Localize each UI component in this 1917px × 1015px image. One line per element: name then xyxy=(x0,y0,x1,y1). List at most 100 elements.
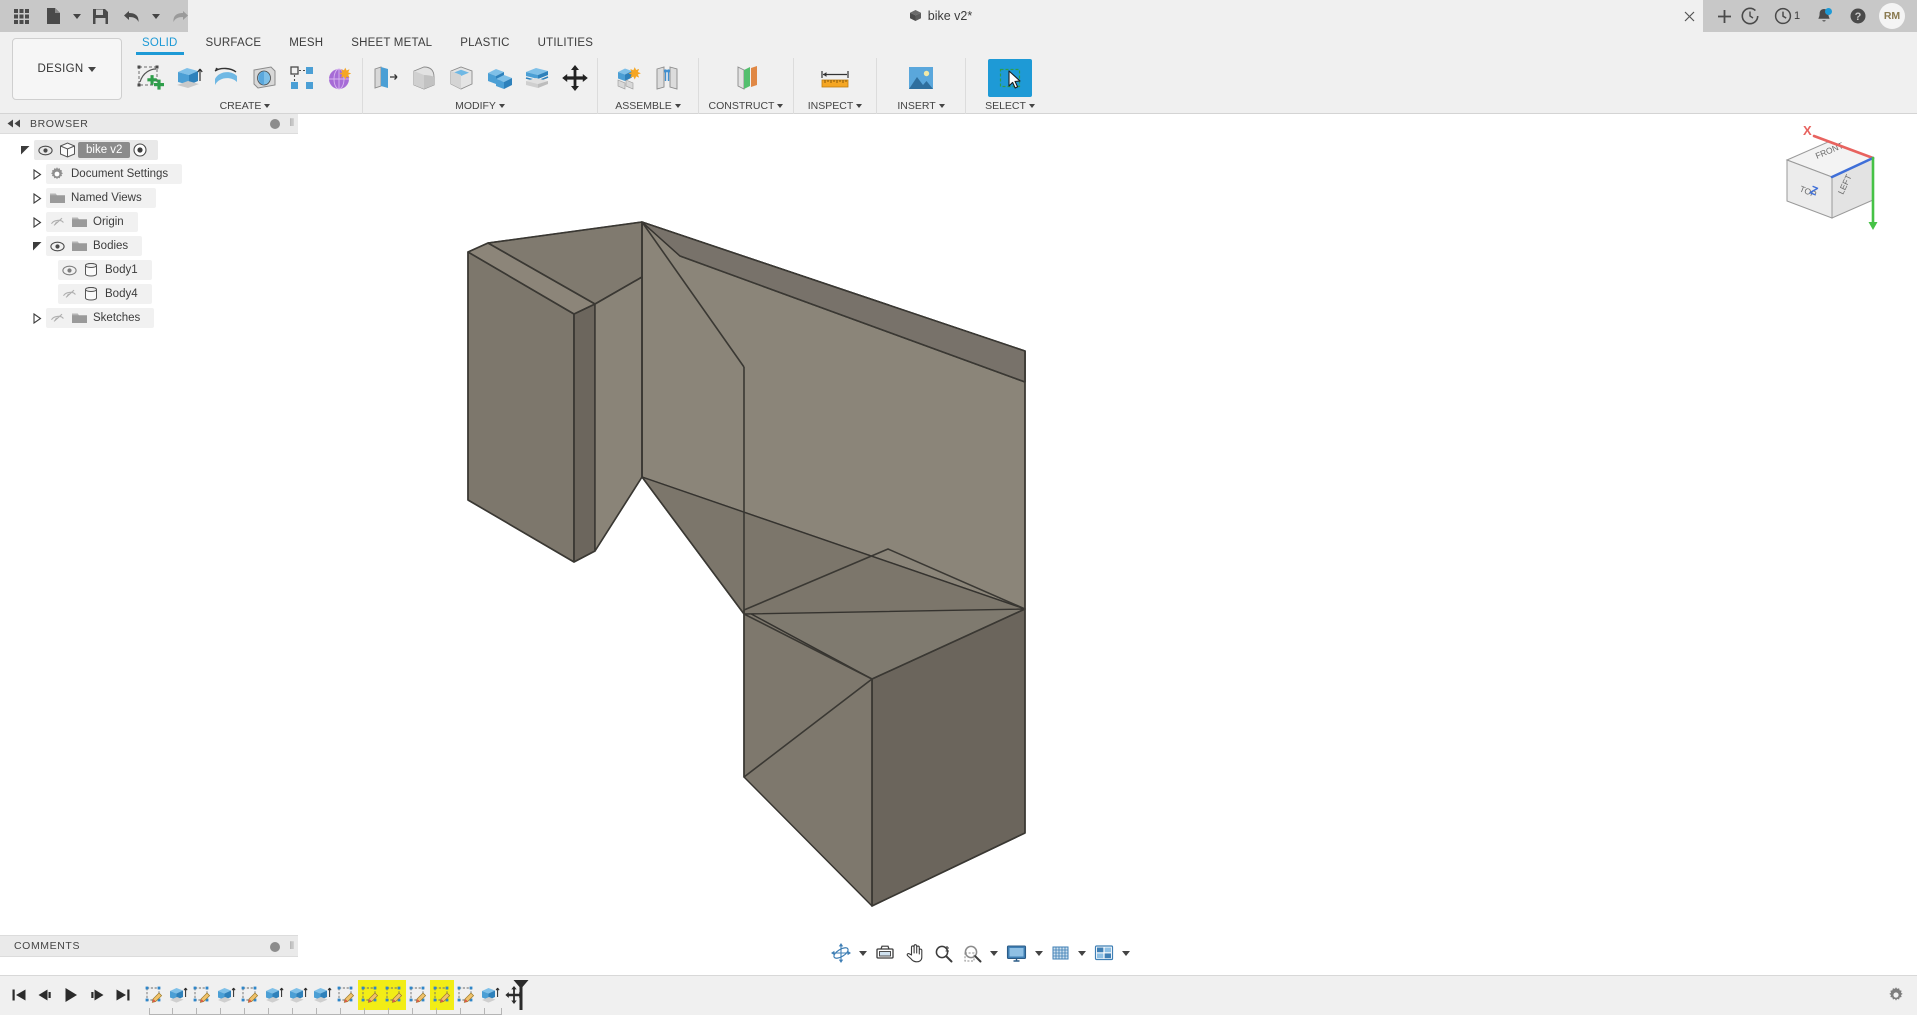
timeline-feature-sketch-selected[interactable] xyxy=(382,980,406,1010)
twisty-expanded-icon[interactable] xyxy=(28,234,46,258)
model-3d-solid[interactable] xyxy=(298,114,1917,950)
tree-item-origin[interactable]: Origin xyxy=(0,210,298,234)
ribbon-group-assemble-label[interactable]: ASSEMBLE xyxy=(598,98,698,114)
twisty-collapsed-icon[interactable] xyxy=(28,306,46,330)
viewports-icon[interactable] xyxy=(1089,939,1119,967)
zoom-window-icon[interactable] xyxy=(958,939,987,967)
display-settings-dropdown-icon[interactable] xyxy=(1032,939,1046,967)
step-forward-icon[interactable] xyxy=(84,980,110,1010)
timeline-feature-sketch-selected[interactable] xyxy=(358,980,382,1010)
create-sketch-icon[interactable] xyxy=(131,59,169,97)
viewports-dropdown-icon[interactable] xyxy=(1119,939,1133,967)
go-to-end-icon[interactable] xyxy=(110,980,136,1010)
workspace-switcher-button[interactable]: DESIGN xyxy=(12,38,122,100)
comments-settings-dot-icon[interactable] xyxy=(270,942,280,952)
viewport-canvas[interactable]: FRONT TOP LEFT X Z xyxy=(298,114,1917,950)
save-icon[interactable] xyxy=(85,2,115,30)
ribbon-group-construct-label[interactable]: CONSTRUCT xyxy=(699,98,793,114)
new-file-icon[interactable] xyxy=(38,2,68,30)
undo-dropdown-icon[interactable] xyxy=(149,2,162,30)
timeline-feature-extrude[interactable] xyxy=(286,980,310,1010)
timeline-feature-extrude[interactable] xyxy=(478,980,502,1010)
orbit-icon[interactable] xyxy=(826,939,856,967)
timeline-feature-extrude[interactable] xyxy=(310,980,334,1010)
tree-item-sketches[interactable]: Sketches xyxy=(0,306,298,330)
timeline-feature-extrude[interactable] xyxy=(166,980,190,1010)
twisty-collapsed-icon[interactable] xyxy=(28,162,46,186)
ribbon-group-modify-label[interactable]: MODIFY xyxy=(363,98,597,114)
fillet-icon[interactable] xyxy=(404,59,442,97)
ribbon-group-insert-label[interactable]: INSERT xyxy=(877,98,965,114)
collapse-left-icon[interactable] xyxy=(6,119,22,128)
tree-item-body1[interactable]: Body1 xyxy=(0,258,298,282)
avatar[interactable]: RM xyxy=(1879,3,1905,29)
twisty-expanded-icon[interactable] xyxy=(16,138,34,162)
close-icon[interactable] xyxy=(1675,0,1703,32)
sweep-icon[interactable] xyxy=(245,59,283,97)
visibility-eye-hidden-icon[interactable] xyxy=(58,282,80,306)
twisty-collapsed-icon[interactable] xyxy=(28,186,46,210)
recent-activity-clock-icon[interactable]: 1 xyxy=(1767,0,1807,32)
shell-icon[interactable] xyxy=(442,59,480,97)
move-copy-icon[interactable] xyxy=(556,59,594,97)
comments-resize-grip[interactable]: ⦀ xyxy=(290,941,294,952)
visibility-eye-hidden-icon[interactable] xyxy=(46,306,68,330)
press-pull-icon[interactable] xyxy=(366,59,404,97)
ribbon-group-inspect-label[interactable]: INSPECT xyxy=(794,98,876,114)
timeline-feature-sketch[interactable] xyxy=(142,980,166,1010)
timeline-feature-sketch[interactable] xyxy=(334,980,358,1010)
grid-snap-dropdown-icon[interactable] xyxy=(1075,939,1089,967)
tree-item-bodies[interactable]: Bodies xyxy=(0,234,298,258)
tab-sheet-metal[interactable]: SHEET METAL xyxy=(337,32,446,53)
tab-utilities[interactable]: UTILITIES xyxy=(524,32,607,53)
browser-resize-grip[interactable]: ⦀ xyxy=(290,118,294,129)
joint-icon[interactable] xyxy=(648,59,686,97)
tree-item-bike-v2[interactable]: bike v2 xyxy=(0,138,298,162)
visibility-eye-icon[interactable] xyxy=(34,138,56,162)
timeline-settings-gear-icon[interactable] xyxy=(1887,986,1905,1009)
look-at-icon[interactable] xyxy=(870,939,900,967)
timeline-feature-extrude[interactable] xyxy=(262,980,286,1010)
pan-icon[interactable] xyxy=(900,939,929,967)
timeline-feature-sketch[interactable] xyxy=(238,980,262,1010)
play-icon[interactable] xyxy=(58,980,84,1010)
timeline-end-marker[interactable] xyxy=(512,978,530,1015)
tree-item-named-views[interactable]: Named Views xyxy=(0,186,298,210)
timeline-feature-sketch[interactable] xyxy=(190,980,214,1010)
timeline-feature-extrude[interactable] xyxy=(214,980,238,1010)
tab-surface[interactable]: SURFACE xyxy=(192,32,276,53)
offset-plane-icon[interactable] xyxy=(727,59,765,97)
zoom-window-dropdown-icon[interactable] xyxy=(987,939,1001,967)
notifications-bell-icon[interactable] xyxy=(1807,0,1841,32)
display-settings-icon[interactable] xyxy=(1001,939,1032,967)
twisty-collapsed-icon[interactable] xyxy=(28,210,46,234)
extrude-icon[interactable] xyxy=(169,59,207,97)
orbit-dropdown-icon[interactable] xyxy=(856,939,870,967)
visibility-eye-icon[interactable] xyxy=(46,234,68,258)
undo-icon[interactable] xyxy=(117,2,147,30)
timeline-feature-sketch-selected[interactable] xyxy=(430,980,454,1010)
combine-icon[interactable] xyxy=(480,59,518,97)
insert-image-icon[interactable] xyxy=(899,59,943,97)
go-to-beginning-icon[interactable] xyxy=(6,980,32,1010)
new-file-dropdown-icon[interactable] xyxy=(70,2,83,30)
select-cursor-icon[interactable] xyxy=(988,59,1032,97)
timeline-feature-sketch[interactable] xyxy=(454,980,478,1010)
form-icon[interactable] xyxy=(321,59,359,97)
zoom-icon[interactable] xyxy=(929,939,958,967)
ribbon-group-create-label[interactable]: CREATE xyxy=(128,98,362,114)
activate-component-radio[interactable] xyxy=(130,138,150,162)
tab-solid[interactable]: SOLID xyxy=(128,32,192,55)
measure-icon[interactable] xyxy=(816,59,854,97)
tree-item-body4[interactable]: Body4 xyxy=(0,282,298,306)
tab-plastic[interactable]: PLASTIC xyxy=(446,32,523,53)
browser-settings-dot-icon[interactable] xyxy=(270,119,280,129)
pattern-icon[interactable] xyxy=(283,59,321,97)
tree-item-document-settings[interactable]: Document Settings xyxy=(0,162,298,186)
visibility-eye-hidden-icon[interactable] xyxy=(46,210,68,234)
new-component-icon[interactable] xyxy=(610,59,648,97)
timeline-feature-sketch[interactable] xyxy=(406,980,430,1010)
split-face-icon[interactable] xyxy=(518,59,556,97)
step-back-icon[interactable] xyxy=(32,980,58,1010)
visibility-eye-icon[interactable] xyxy=(58,258,80,282)
